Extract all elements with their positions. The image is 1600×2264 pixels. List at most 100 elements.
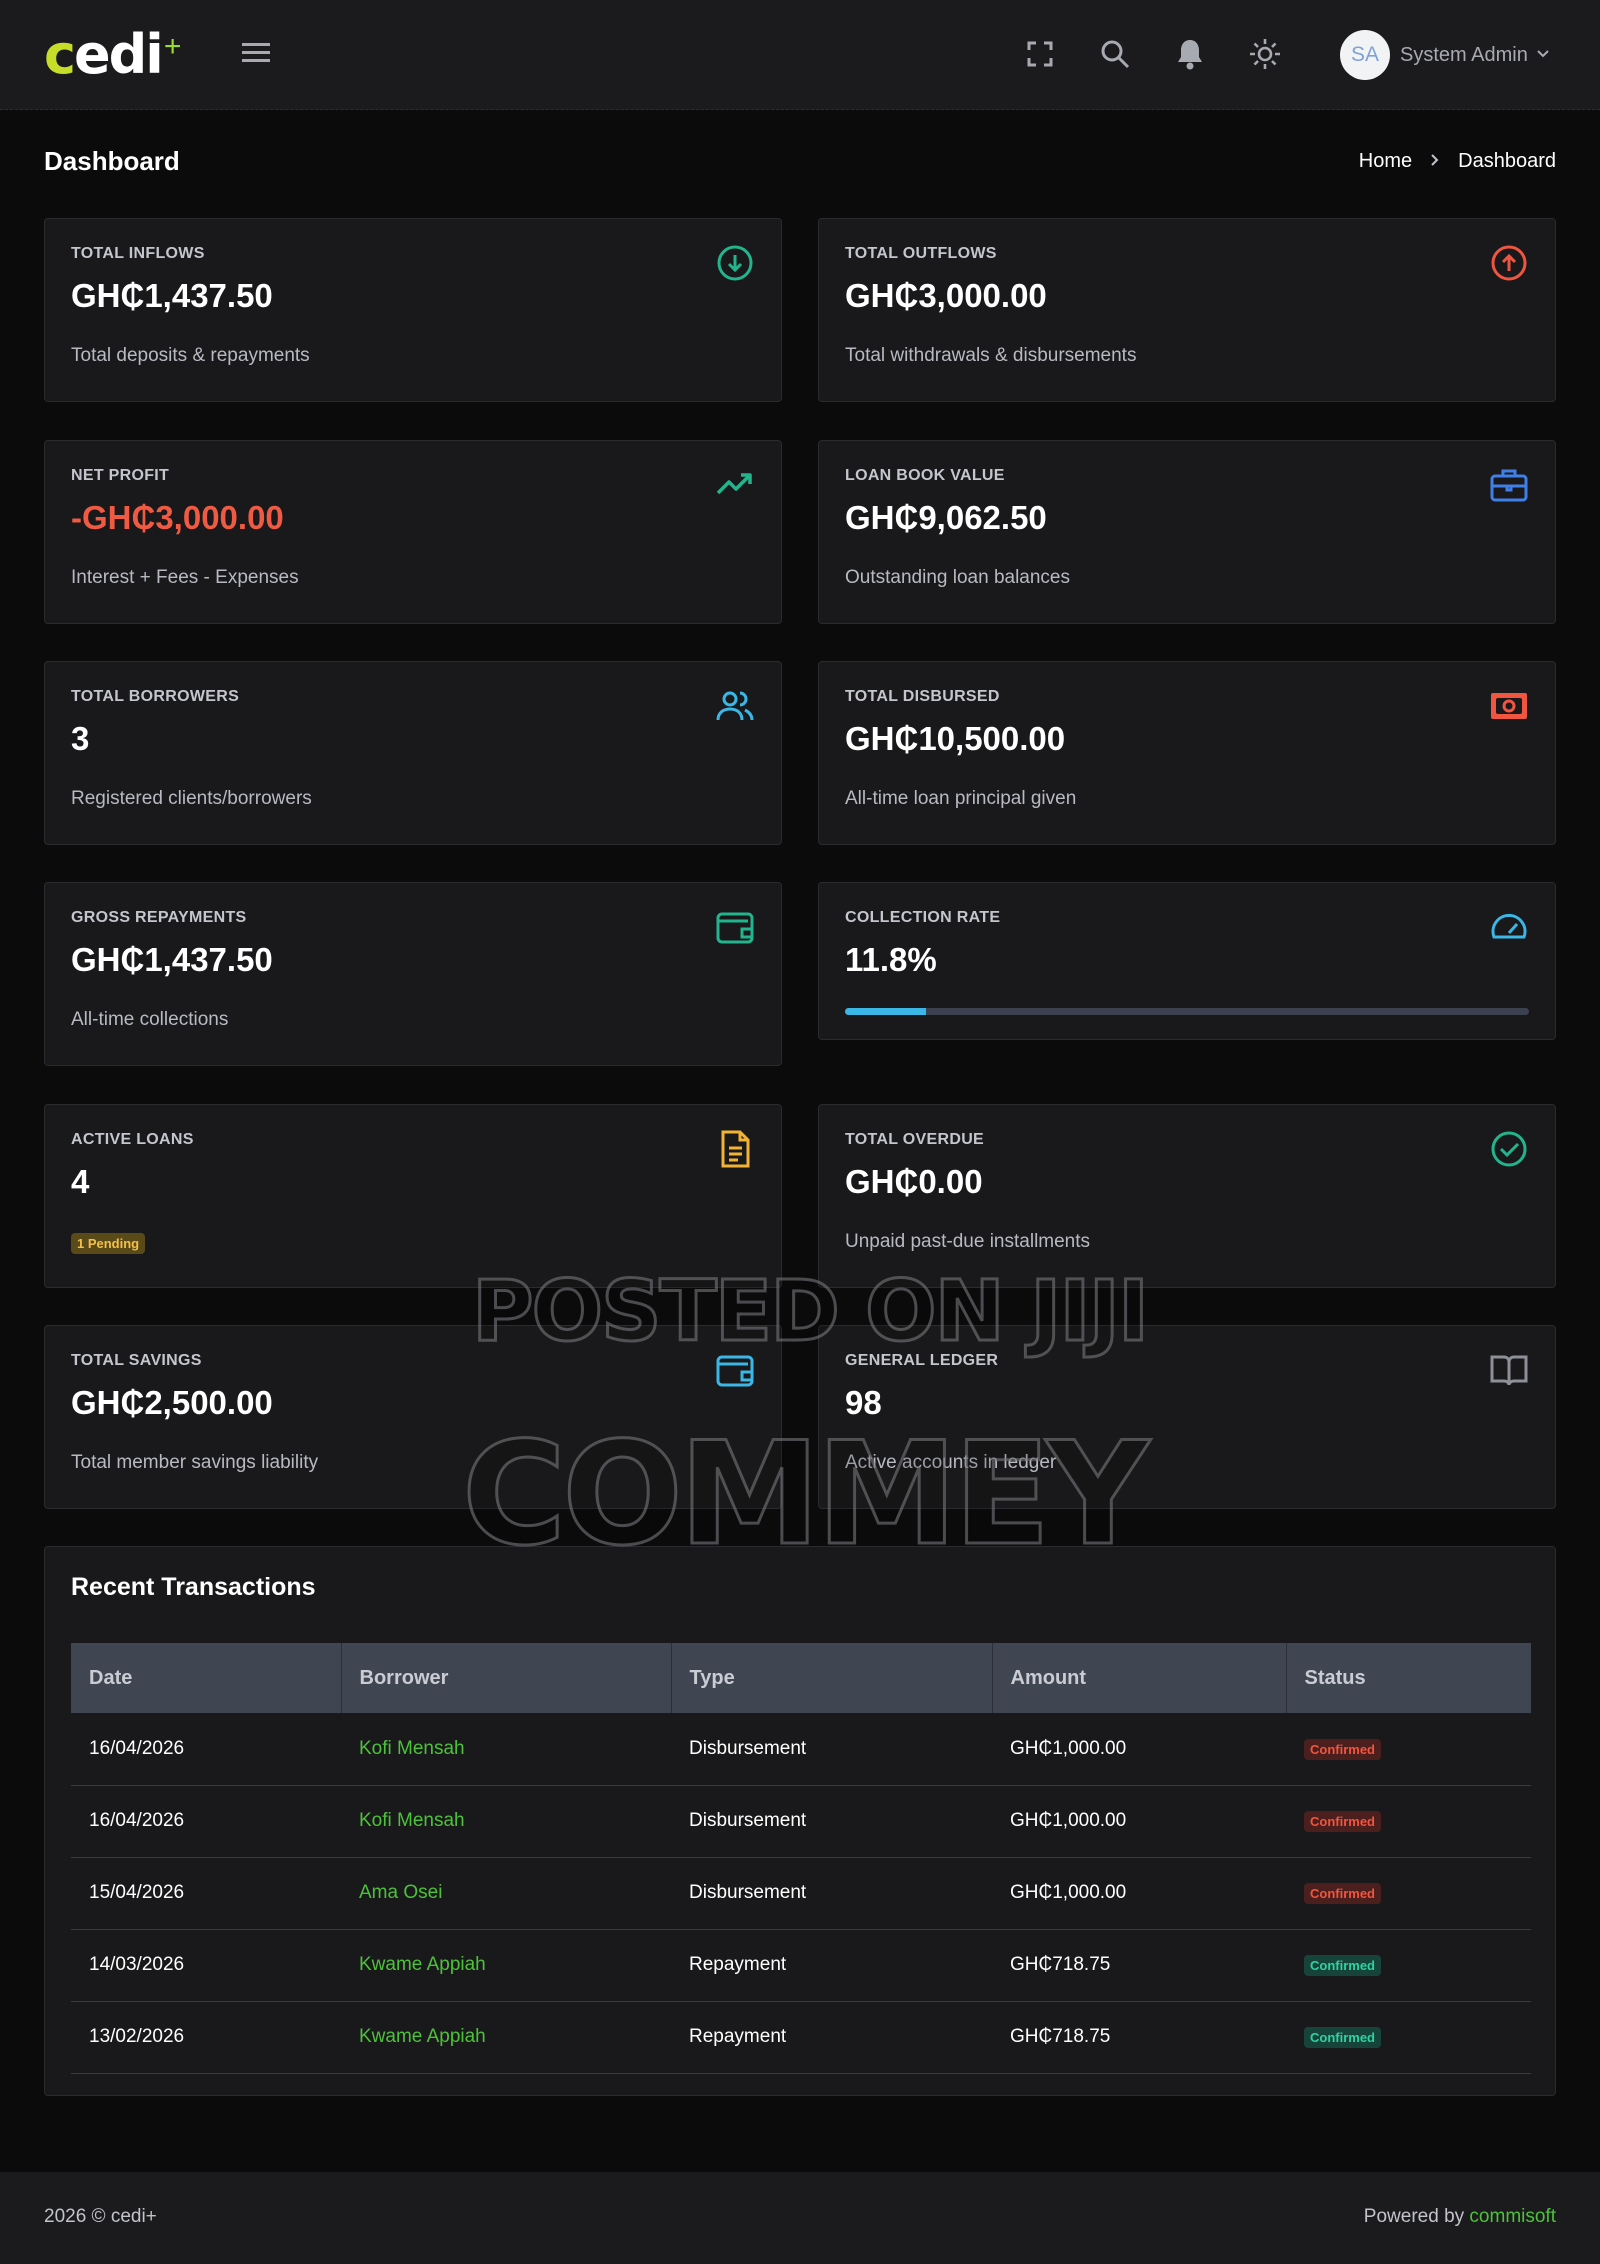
bell-icon[interactable]: [1172, 36, 1208, 72]
users-icon: [715, 686, 755, 726]
cell-amount: GH₵718.75: [992, 1929, 1286, 2002]
column-header-status[interactable]: Status: [1285, 1643, 1531, 1713]
status-badge: Confirmed: [1304, 1738, 1381, 1760]
column-header-borrower[interactable]: Borrower: [340, 1643, 671, 1713]
cell-status: Confirmed: [1286, 1713, 1531, 1786]
breadcrumb: Home Dashboard: [1359, 150, 1556, 173]
stat-card-active-loans: ACTIVE LOANS 4 1 Pending: [44, 1104, 782, 1288]
briefcase-icon: [1489, 465, 1529, 505]
cell-date: 16/04/2026: [71, 1785, 341, 1858]
borrower-link[interactable]: Kofi Mensah: [341, 1785, 671, 1858]
stat-description: All-time loan principal given: [845, 788, 1077, 809]
stat-label: COLLECTION RATE: [845, 909, 1001, 926]
wallet-icon: [715, 1350, 755, 1390]
powered-by-text: Powered by: [1363, 2206, 1470, 2227]
page-title: Dashboard: [44, 146, 180, 176]
cell-amount: GH₵1,000.00: [992, 1785, 1286, 1858]
cell-type: Disbursement: [671, 1713, 992, 1786]
stat-card-collection-rate: COLLECTION RATE 11.8%: [818, 882, 1556, 1040]
cash-icon: [1489, 686, 1529, 726]
cell-date: 16/04/2026: [71, 1713, 341, 1786]
stat-label: TOTAL OUTFLOWS: [845, 245, 997, 262]
recent-transactions-title: Recent Transactions: [71, 1573, 316, 1601]
stat-card-total-overdue: TOTAL OVERDUE GH₵0.00 Unpaid past-due in…: [818, 1104, 1556, 1288]
sun-icon[interactable]: [1247, 36, 1283, 72]
cell-status: Confirmed: [1286, 2001, 1531, 2074]
stat-card-total-inflows: TOTAL INFLOWS GH₵1,437.50 Total deposits…: [44, 218, 782, 402]
borrower-link[interactable]: Kwame Appiah: [341, 2001, 671, 2074]
stat-card-net-profit: NET PROFIT -GH₵3,000.00 Interest + Fees …: [44, 440, 782, 624]
stat-label: TOTAL SAVINGS: [71, 1352, 202, 1369]
document-icon: [715, 1129, 755, 1169]
user-menu[interactable]: SA System Admin: [1340, 28, 1550, 82]
cell-status: Confirmed: [1286, 1785, 1531, 1858]
stat-description: Registered clients/borrowers: [71, 788, 312, 809]
cell-status: Confirmed: [1286, 1929, 1531, 2002]
column-header-type[interactable]: Type: [670, 1643, 992, 1713]
stat-card-gross-repayments: GROSS REPAYMENTS GH₵1,437.50 All-time co…: [44, 882, 782, 1066]
cell-type: Repayment: [671, 1929, 992, 2002]
stat-label: NET PROFIT: [71, 467, 170, 484]
stat-description: Active accounts in ledger: [845, 1452, 1057, 1473]
stat-value: GH₵9,062.50: [845, 499, 1047, 536]
breadcrumb-home[interactable]: Home: [1359, 150, 1412, 173]
borrower-link[interactable]: Kofi Mensah: [341, 1713, 671, 1786]
table-header-row: Date Borrower Type Amount Status: [71, 1643, 1531, 1713]
cell-date: 15/04/2026: [71, 1857, 341, 1930]
hamburger-menu-icon[interactable]: [240, 38, 272, 68]
user-name: System Admin: [1400, 43, 1528, 66]
column-header-amount[interactable]: Amount: [991, 1643, 1286, 1713]
stat-value: 11.8%: [845, 941, 937, 978]
cell-status: Confirmed: [1286, 1857, 1531, 1930]
footer-copyright: 2026 © cedi+: [44, 2206, 157, 2227]
cell-amount: GH₵1,000.00: [992, 1857, 1286, 1930]
stat-card-loan-book-value: LOAN BOOK VALUE GH₵9,062.50 Outstanding …: [818, 440, 1556, 624]
stat-value: 4: [71, 1163, 90, 1200]
stat-value: GH₵10,500.00: [845, 720, 1066, 757]
top-navbar: cedi + SA System Admin: [0, 0, 1600, 110]
gauge-icon: [1489, 907, 1529, 947]
breadcrumb-current: Dashboard: [1458, 150, 1556, 172]
stat-label: TOTAL BORROWERS: [71, 688, 240, 705]
borrower-link[interactable]: Kwame Appiah: [341, 1929, 671, 2002]
table-row: 16/04/2026 Kofi Mensah Disbursement GH₵1…: [71, 1713, 1531, 1786]
wallet-icon: [715, 907, 755, 947]
arrow-up-circle-icon: [1489, 243, 1529, 283]
stat-description: Total member savings liability: [71, 1452, 319, 1473]
column-header-date[interactable]: Date: [71, 1643, 341, 1713]
commisoft-link[interactable]: commisoft: [1469, 2206, 1556, 2227]
borrower-link[interactable]: Ama Osei: [341, 1857, 671, 1930]
table-row: 16/04/2026 Kofi Mensah Disbursement GH₵1…: [71, 1785, 1531, 1858]
collection-rate-progress-bar: [845, 1008, 1529, 1015]
search-icon[interactable]: [1097, 36, 1133, 72]
stat-label: TOTAL DISBURSED: [845, 688, 1000, 705]
footer-powered-by: Powered by commisoft: [1364, 2206, 1556, 2228]
cell-date: 13/02/2026: [71, 2001, 341, 2074]
chevron-right-icon: [1430, 150, 1440, 173]
stat-card-total-savings: TOTAL SAVINGS GH₵2,500.00 Total member s…: [44, 1325, 782, 1509]
transactions-table: Date Borrower Type Amount Status 16/04/2…: [71, 1643, 1531, 2074]
stat-label: TOTAL INFLOWS: [71, 245, 205, 262]
book-open-icon: [1489, 1350, 1529, 1390]
stat-description: Outstanding loan balances: [845, 567, 1070, 588]
stat-card-total-disbursed: TOTAL DISBURSED GH₵10,500.00 All-time lo…: [818, 661, 1556, 845]
stat-card-total-borrowers: TOTAL BORROWERS 3 Registered clients/bor…: [44, 661, 782, 845]
stat-value: GH₵2,500.00: [71, 1384, 273, 1421]
cell-type: Disbursement: [671, 1857, 992, 1930]
stat-value: GH₵1,437.50: [71, 941, 273, 978]
table-row: 15/04/2026 Ama Osei Disbursement GH₵1,00…: [71, 1857, 1531, 1930]
fullscreen-icon[interactable]: [1022, 36, 1058, 72]
footer: 2026 © cedi+ Powered by commisoft: [0, 2172, 1600, 2264]
recent-transactions-card: Recent Transactions Date Borrower Type A…: [44, 1546, 1556, 2096]
stat-description: All-time collections: [71, 1009, 229, 1030]
stat-label: ACTIVE LOANS: [71, 1131, 194, 1148]
check-circle-icon: [1489, 1129, 1529, 1169]
stat-value: GH₵3,000.00: [845, 277, 1047, 314]
pending-badge: 1 Pending: [71, 1233, 146, 1254]
app-logo[interactable]: cedi +: [44, 26, 181, 84]
status-badge: Confirmed: [1304, 1883, 1381, 1904]
stat-value: -GH₵3,000.00: [71, 499, 284, 536]
status-badge: Confirmed: [1304, 1955, 1381, 1976]
stat-value: GH₵0.00: [845, 1163, 983, 1200]
cell-amount: GH₵1,000.00: [992, 1713, 1286, 1786]
